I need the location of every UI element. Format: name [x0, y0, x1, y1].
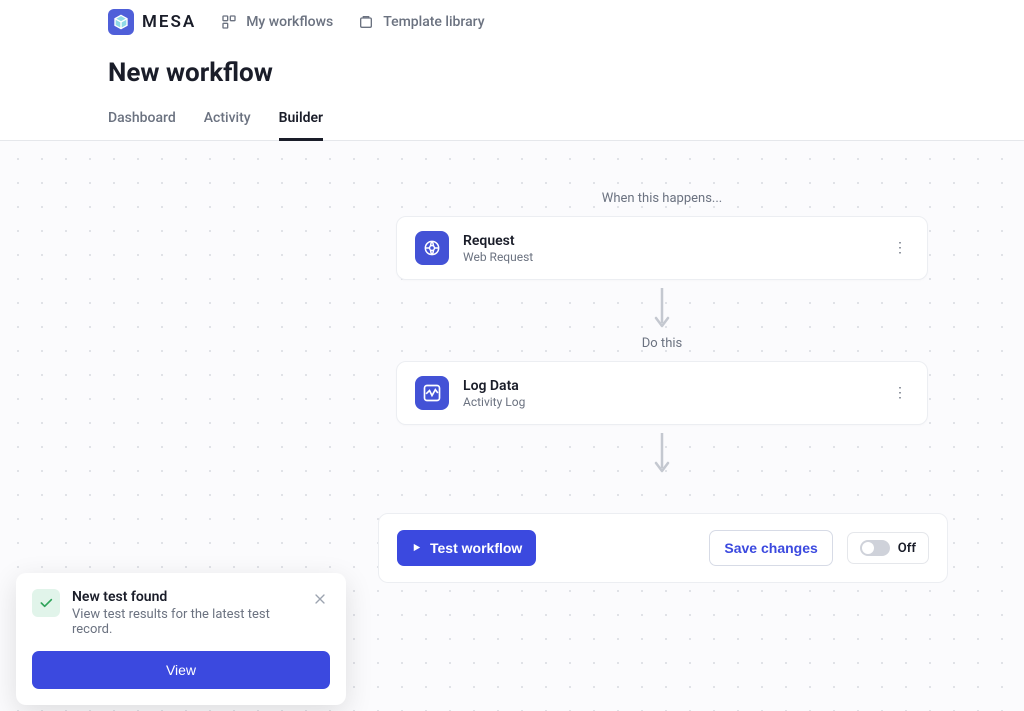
card-subtitle: Activity Log [463, 395, 877, 409]
tabs: Dashboard Activity Builder [0, 88, 1024, 141]
cube-icon [108, 9, 134, 35]
activity-icon [415, 376, 449, 410]
toast-body: View test results for the latest test re… [72, 607, 298, 637]
templates-icon [357, 13, 375, 31]
workflow-column: When this happens... Request Web Request… [396, 191, 928, 481]
step-card-logdata[interactable]: Log Data Activity Log ⋮ [396, 361, 928, 425]
nav-label: Template library [383, 14, 484, 30]
nav-label: My workflows [246, 14, 333, 30]
action-section-label: Do this [396, 336, 928, 351]
top-nav: MESA My workflows Template library [0, 4, 1024, 40]
builder-canvas: When this happens... Request Web Request… [0, 141, 1024, 711]
card-title: Request [463, 233, 877, 249]
check-icon [32, 589, 60, 617]
card-title: Log Data [463, 378, 877, 394]
tab-dashboard[interactable]: Dashboard [108, 110, 176, 140]
brand-logo[interactable]: MESA [108, 9, 196, 35]
page-title: New workflow [0, 40, 1024, 88]
connector-arrow [396, 288, 928, 330]
card-body: Log Data Activity Log [463, 378, 877, 409]
enable-toggle[interactable]: Off [847, 532, 929, 564]
toggle-label: Off [898, 541, 916, 556]
play-icon [411, 540, 422, 556]
globe-gear-icon [415, 231, 449, 265]
workflows-icon [220, 13, 238, 31]
workflow-footer: Test workflow Save changes Off [378, 513, 948, 583]
step-card-request[interactable]: Request Web Request ⋮ [396, 216, 928, 280]
more-icon[interactable]: ⋮ [891, 381, 909, 405]
button-label: Test workflow [430, 540, 522, 556]
test-workflow-button[interactable]: Test workflow [397, 530, 536, 566]
close-icon[interactable] [310, 589, 330, 613]
save-changes-button[interactable]: Save changes [709, 530, 832, 566]
more-icon[interactable]: ⋮ [891, 236, 909, 260]
trigger-section-label: When this happens... [396, 191, 928, 206]
brand-name: MESA [142, 12, 196, 32]
toast-new-test: New test found View test results for the… [16, 573, 346, 705]
card-subtitle: Web Request [463, 250, 877, 264]
card-body: Request Web Request [463, 233, 877, 264]
nav-template-library[interactable]: Template library [357, 13, 484, 31]
tab-builder[interactable]: Builder [279, 110, 323, 141]
header: MESA My workflows Template library New w… [0, 0, 1024, 141]
connector-arrow [396, 433, 928, 475]
tab-activity[interactable]: Activity [204, 110, 251, 140]
nav-my-workflows[interactable]: My workflows [220, 13, 333, 31]
toast-view-button[interactable]: View [32, 651, 330, 689]
toggle-switch-icon [860, 540, 890, 556]
toast-title: New test found [72, 589, 298, 605]
